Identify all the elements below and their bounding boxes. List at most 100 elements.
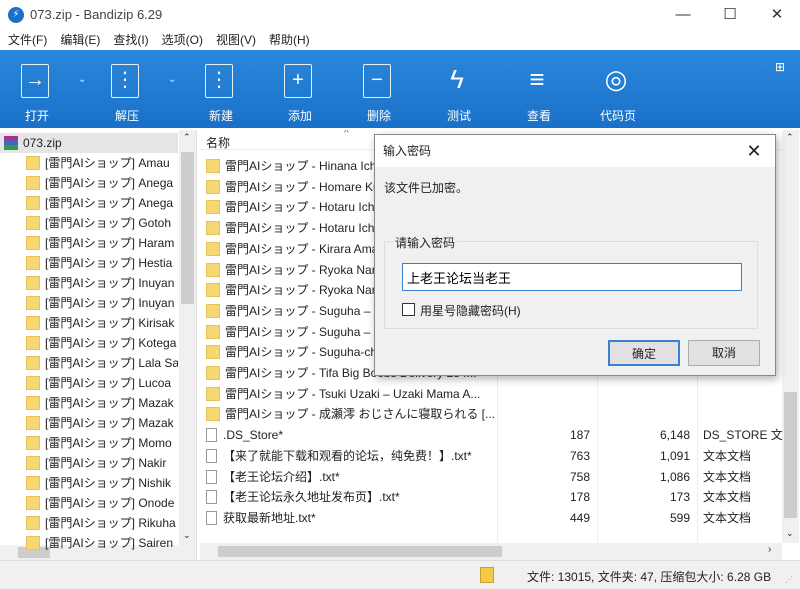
password-input[interactable] bbox=[402, 263, 742, 291]
file-name: 【老王论坛永久地址发布页】.txt* bbox=[223, 490, 400, 505]
hide-password-label[interactable]: 用星号隐藏密码(H) bbox=[420, 302, 521, 319]
tree-item-label: [雷門AIショップ] Rikuha bbox=[45, 516, 176, 530]
ok-button[interactable]: 确定 bbox=[608, 340, 680, 366]
tree-item[interactable]: [雷門AIショップ] Anega bbox=[0, 193, 178, 213]
tree-item[interactable]: [雷門AIショップ] Kotega bbox=[0, 333, 178, 353]
dialog-close-icon[interactable]: ✕ bbox=[739, 135, 769, 167]
folder-icon bbox=[206, 366, 220, 380]
test-button[interactable]: ϟ 测试 bbox=[424, 50, 494, 128]
folder-icon bbox=[206, 324, 220, 339]
table-row[interactable]: 雷門AIショップ - Tsuki Uzaki – Uzaki Mama A... bbox=[200, 384, 782, 404]
file-name: 雷門AIショップ - Suguha – bbox=[225, 324, 371, 339]
view-icon: ≡ bbox=[529, 64, 545, 94]
add-button[interactable]: + 添加 bbox=[265, 50, 335, 128]
tree-item-label: [雷門AIショップ] Hestia bbox=[45, 256, 173, 270]
delete-button[interactable]: − 删除 bbox=[344, 50, 414, 128]
tree-item[interactable]: [雷門AIショップ] Inuyan bbox=[0, 273, 178, 293]
menu-item[interactable]: 编辑(E) bbox=[60, 30, 100, 50]
tree-item-label: [雷門AIショップ] Amau bbox=[45, 156, 170, 170]
tree-item[interactable]: [雷門AIショップ] Kirisak bbox=[0, 313, 178, 333]
open-dropdown-chevron-icon[interactable]: ⌄ bbox=[78, 74, 86, 85]
file-type: 文本文档 bbox=[703, 469, 752, 484]
original-size: 173 bbox=[669, 490, 690, 505]
tree-item[interactable]: [雷門AIショップ] Nishik bbox=[0, 473, 178, 493]
list-horizontal-scrollbar[interactable]: › bbox=[200, 543, 782, 560]
tree-item[interactable]: [雷門AIショップ] Gotoh bbox=[0, 213, 178, 233]
resize-grip-icon[interactable]: ⋰ bbox=[785, 575, 793, 584]
table-row[interactable]: 【老王论坛介绍】.txt* 758 1,086 文本文档 bbox=[200, 467, 782, 487]
original-size: 1,091 bbox=[659, 448, 690, 463]
tree-item[interactable]: [雷門AIショップ] Rikuha bbox=[0, 513, 178, 533]
menu-item[interactable]: 视图(V) bbox=[216, 30, 256, 50]
tree-item[interactable]: [雷門AIショップ] Mazak bbox=[0, 393, 178, 413]
packed-size: 763 bbox=[569, 448, 590, 463]
view-label: 查看 bbox=[526, 109, 551, 123]
menu-item[interactable]: 选项(O) bbox=[162, 30, 203, 50]
view-button[interactable]: ≡ 查看 bbox=[504, 50, 574, 128]
extract-label: 解压 bbox=[114, 109, 139, 123]
minimize-button[interactable]: — bbox=[660, 0, 706, 30]
table-row[interactable]: .DS_Store* 187 6,148 DS_STORE 文件 bbox=[200, 425, 783, 445]
menu-item[interactable]: 帮助(H) bbox=[269, 30, 310, 50]
table-row[interactable]: 获取最新地址.txt* 449 599 文本文档 bbox=[200, 508, 782, 528]
folder-icon bbox=[206, 241, 220, 256]
extract-dropdown-chevron-icon[interactable]: ⌄ bbox=[168, 74, 176, 85]
tree-item[interactable]: [雷門AIショップ] Mazak bbox=[0, 413, 178, 433]
list-vertical-scrollbar[interactable]: ⌃ ⌄ bbox=[782, 130, 799, 543]
table-row[interactable]: 雷門AIショップ - 成瀬澪 おじさんに寝取られる [... bbox=[200, 404, 782, 424]
title-bar: ⚡ 073.zip - Bandizip 6.29 — ☐ ✕ bbox=[0, 0, 800, 30]
menu-item[interactable]: 查找(I) bbox=[113, 30, 148, 50]
tree-item[interactable]: [雷門AIショップ] Lala Sa bbox=[0, 353, 178, 373]
column-header-name[interactable]: 名称 bbox=[206, 134, 230, 151]
tree-item-label: [雷門AIショップ] Inuyan bbox=[45, 296, 175, 310]
folder-icon bbox=[206, 262, 220, 277]
toolbar: ⌄ ⌄ ⊞ → 打开 ⋮ 解压 ⋮ 新建 + 添加 − 删除 ϟ 测试 ≡ 查看 ◎ 代码页 bbox=[0, 50, 800, 128]
hide-password-checkbox[interactable] bbox=[402, 303, 415, 316]
tree-root[interactable]: 073.zip bbox=[0, 133, 178, 153]
grid-view-icon[interactable]: ⊞ bbox=[775, 60, 785, 74]
file-type: 文本文档 bbox=[703, 448, 752, 463]
tree-item[interactable]: [雷門AIショップ] Hestia bbox=[0, 253, 178, 273]
original-size: 6,148 bbox=[659, 428, 690, 443]
packed-size: 449 bbox=[569, 510, 590, 525]
menu-bar: 文件(F) 编辑(E) 查找(I) 选项(O) 视图(V) 帮助(H) bbox=[0, 30, 800, 50]
table-row[interactable]: 【来了就能下载和观看的论坛，纯免费！】.txt* 763 1,091 文本文档 bbox=[200, 446, 782, 466]
tree-item[interactable]: [雷門AIショップ] Inuyan bbox=[0, 293, 178, 313]
menu-item[interactable]: 文件(F) bbox=[8, 30, 47, 50]
folder-icon bbox=[26, 236, 40, 250]
tree-item-label: [雷門AIショップ] Anega bbox=[45, 196, 174, 210]
tree-item-label: [雷門AIショップ] Lucoa bbox=[45, 376, 172, 390]
original-size: 1,086 bbox=[659, 469, 690, 484]
folder-icon bbox=[26, 496, 40, 510]
folder-icon bbox=[26, 336, 40, 350]
tree-item[interactable]: [雷門AIショップ] Lucoa bbox=[0, 373, 178, 393]
folder-icon bbox=[26, 456, 40, 470]
maximize-button[interactable]: ☐ bbox=[707, 0, 753, 30]
tree-item[interactable]: [雷門AIショップ] Onode bbox=[0, 493, 178, 513]
tree-item[interactable]: [雷門AIショップ] Haram bbox=[0, 233, 178, 253]
extract-button[interactable]: ⋮ 解压 bbox=[92, 50, 162, 128]
close-button[interactable]: ✕ bbox=[754, 0, 800, 30]
original-size: 599 bbox=[669, 510, 690, 525]
tree-item-label: [雷門AIショップ] Haram bbox=[45, 236, 175, 250]
tree-vertical-scrollbar[interactable]: ⌃ ⌄ bbox=[179, 130, 196, 545]
name-cell: 【来了就能下载和观看的论坛，纯免费！】.txt* bbox=[206, 446, 496, 466]
table-row[interactable]: 【老王论坛永久地址发布页】.txt* 178 173 文本文档 bbox=[200, 487, 782, 507]
password-dialog: 输入密码 ✕ 该文件已加密。 请输入密码 用星号隐藏密码(H) 确定 取消 bbox=[374, 134, 776, 376]
tree-item[interactable]: [雷門AIショップ] Momo bbox=[0, 433, 178, 453]
window-title: 073.zip - Bandizip 6.29 bbox=[30, 7, 163, 22]
codepage-label: 代码页 bbox=[599, 109, 636, 123]
folder-icon bbox=[26, 256, 40, 270]
tree-item[interactable]: [雷門AIショップ] Amau bbox=[0, 153, 178, 173]
cancel-button[interactable]: 取消 bbox=[688, 340, 760, 366]
tree-item[interactable]: [雷門AIショップ] Sairen bbox=[0, 533, 178, 553]
tree-item-label: [雷門AIショップ] Kotega bbox=[45, 336, 177, 350]
new-button[interactable]: ⋮ 新建 bbox=[186, 50, 256, 128]
tree-item[interactable]: [雷門AIショップ] Anega bbox=[0, 173, 178, 193]
tree-item[interactable]: [雷門AIショップ] Nakir bbox=[0, 453, 178, 473]
open-button[interactable]: → 打开 bbox=[2, 50, 72, 128]
file-name: 获取最新地址.txt* bbox=[223, 510, 316, 525]
codepage-button[interactable]: ◎ 代码页 bbox=[583, 50, 653, 128]
text-file-icon bbox=[206, 469, 217, 484]
folder-icon bbox=[206, 386, 220, 401]
